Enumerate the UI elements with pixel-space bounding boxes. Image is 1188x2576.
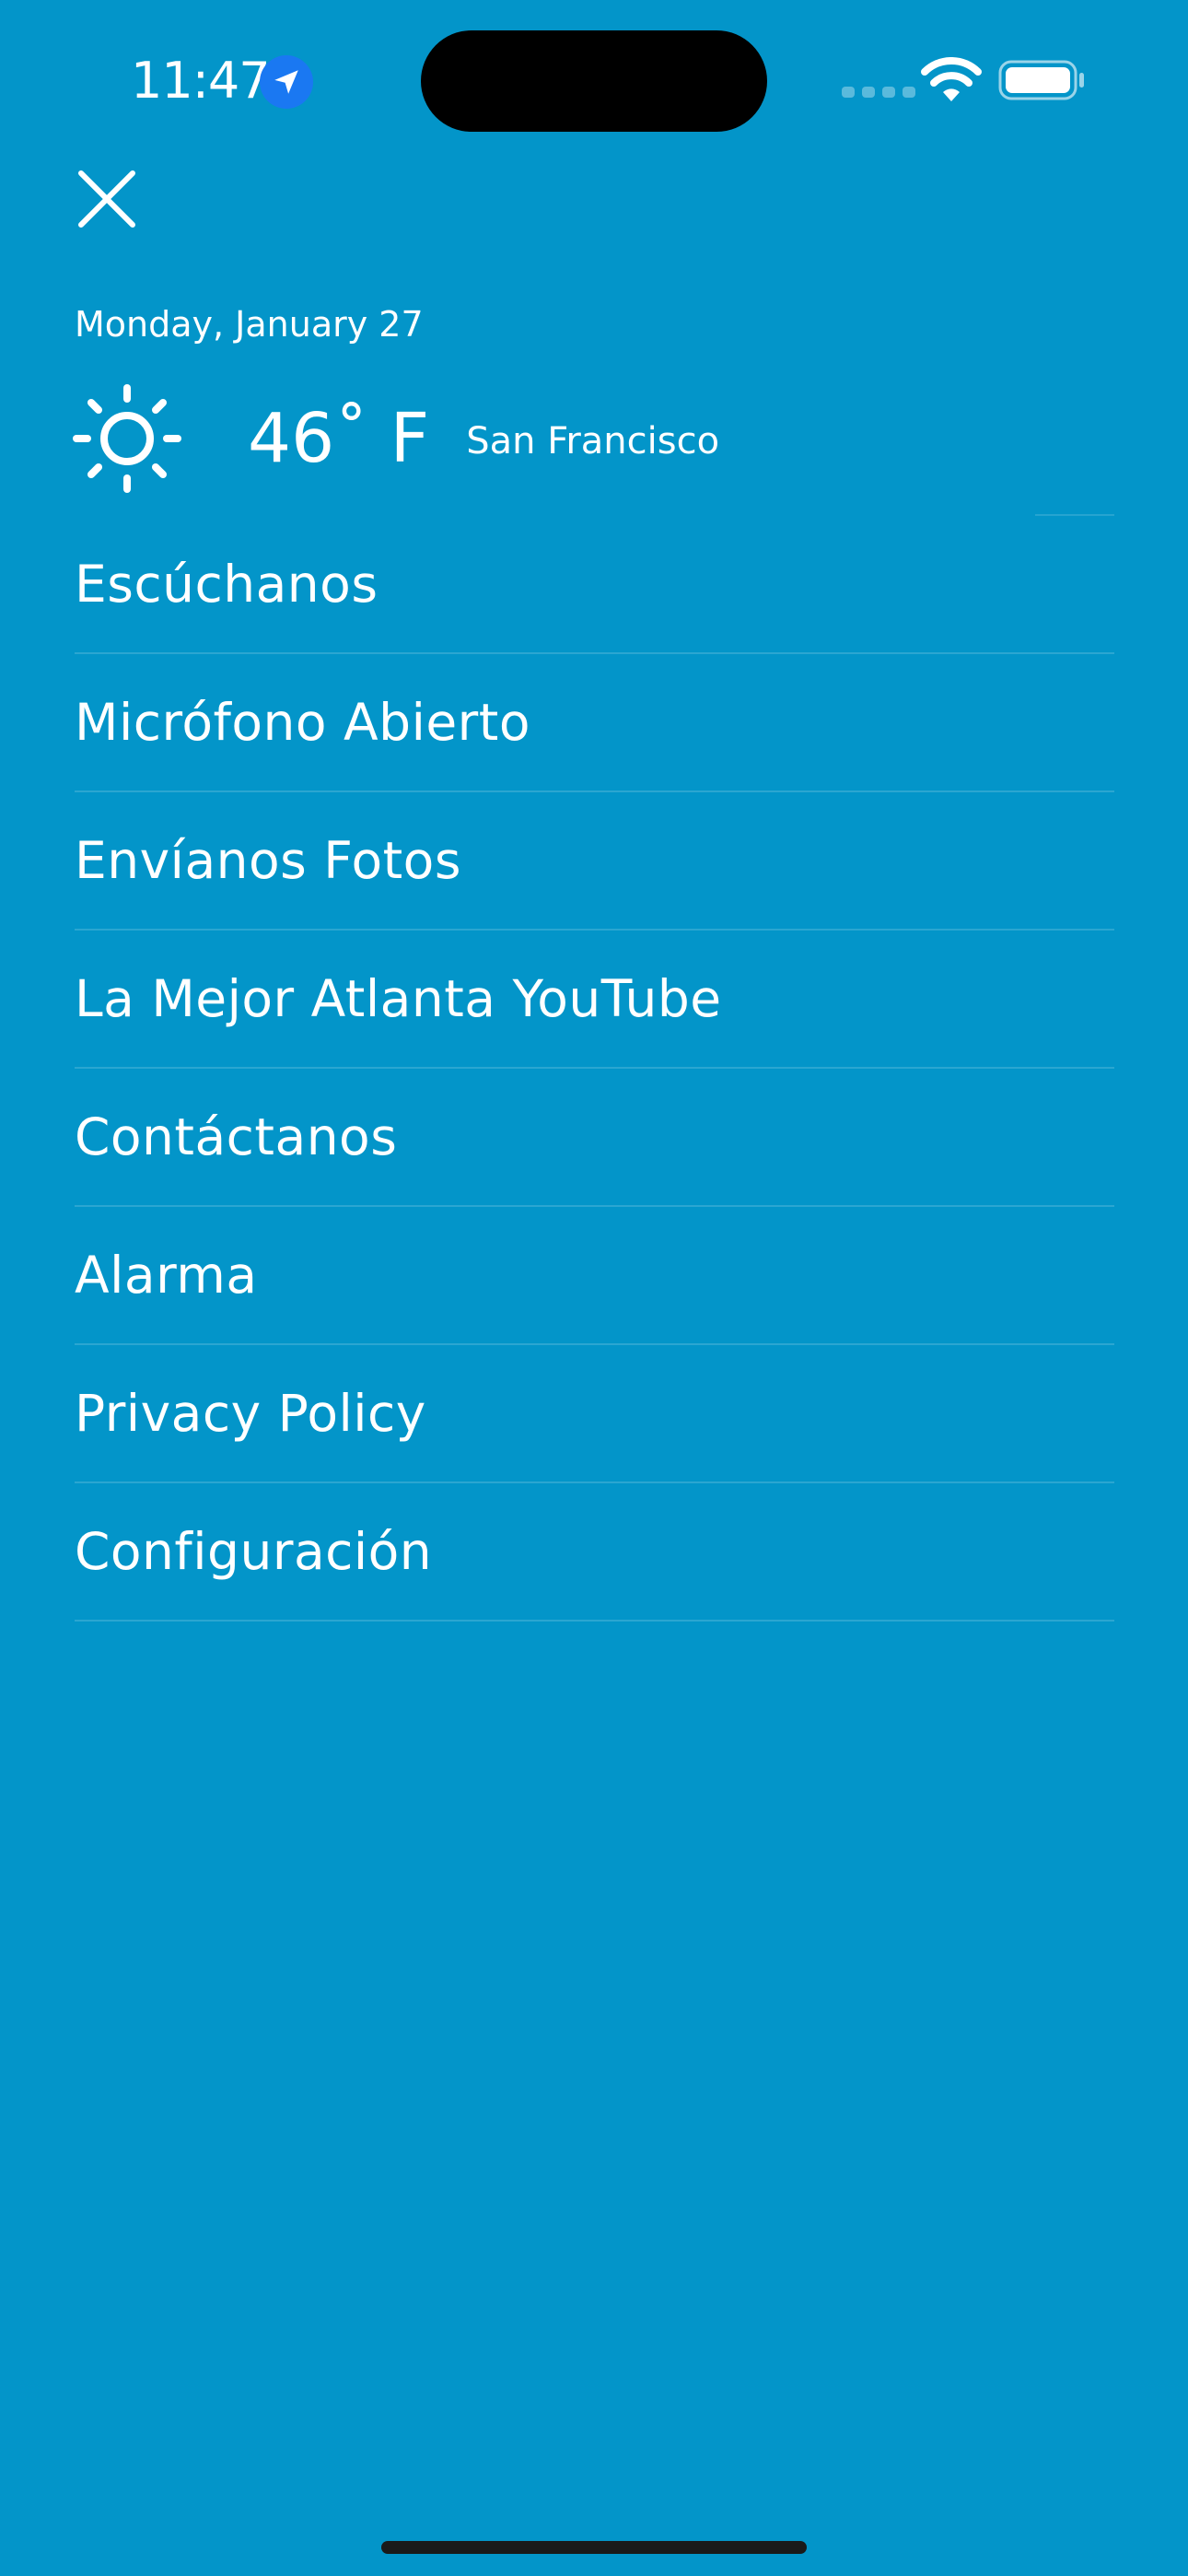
wifi-icon <box>921 57 982 107</box>
status-time: 11:47 <box>131 52 271 110</box>
menu-item-privacy-policy[interactable]: Privacy Policy <box>75 1345 1114 1483</box>
menu-item-alarma[interactable]: Alarma <box>75 1207 1114 1345</box>
battery-icon <box>998 59 1087 105</box>
date-label: Monday, January 27 <box>75 304 424 345</box>
home-indicator[interactable] <box>381 2541 807 2554</box>
menu-item-escuchanos[interactable]: Escúchanos <box>75 516 1114 654</box>
menu-item-configuracion[interactable]: Configuración <box>75 1483 1114 1622</box>
dynamic-island <box>421 30 767 132</box>
menu-item-microfono-abierto[interactable]: Micrófono Abierto <box>75 654 1114 792</box>
close-icon <box>78 170 135 228</box>
cellular-signal-icon <box>842 87 915 98</box>
menu-item-youtube[interactable]: La Mejor Atlanta YouTube <box>75 931 1114 1069</box>
menu-item-contactanos[interactable]: Contáctanos <box>75 1069 1114 1207</box>
navigation-menu: Escúchanos Micrófono Abierto Envíanos Fo… <box>75 516 1114 1622</box>
temperature: 46˚ F <box>248 399 430 478</box>
location-arrow-icon <box>260 55 313 109</box>
menu-item-envianos-fotos[interactable]: Envíanos Fotos <box>75 792 1114 931</box>
sun-icon <box>73 384 181 493</box>
weather-summary: 46˚ F San Francisco <box>73 381 719 496</box>
city-name: San Francisco <box>466 420 720 463</box>
close-button[interactable] <box>74 166 140 232</box>
